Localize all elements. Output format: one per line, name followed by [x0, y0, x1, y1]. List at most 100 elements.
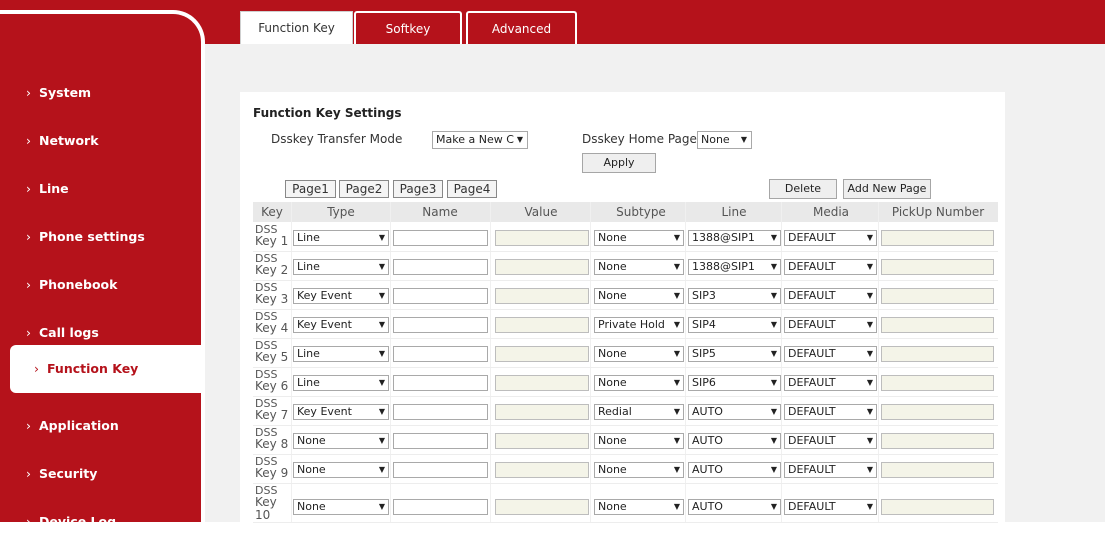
value-input[interactable]: [495, 230, 589, 246]
line-select[interactable]: AUTO ▼: [688, 433, 781, 449]
type-select[interactable]: Line ▼: [293, 375, 389, 391]
sidebar-item-security[interactable]: › Security: [0, 450, 201, 498]
chevron-right-icon: ›: [26, 466, 31, 481]
media-select[interactable]: DEFAULT ▼: [784, 288, 877, 304]
add-new-page-button[interactable]: Add New Page: [843, 179, 931, 199]
name-input[interactable]: [393, 288, 488, 304]
media-select[interactable]: DEFAULT ▼: [784, 230, 877, 246]
name-input[interactable]: [393, 230, 488, 246]
type-select[interactable]: Line ▼: [293, 259, 389, 275]
tab-function-key[interactable]: Function Key: [240, 11, 353, 44]
sidebar-item-network[interactable]: › Network: [0, 117, 201, 165]
value-input[interactable]: [495, 404, 589, 420]
pickup-number-input[interactable]: [881, 288, 994, 304]
value-input[interactable]: [495, 346, 589, 362]
pickup-number-input[interactable]: [881, 462, 994, 478]
line-select[interactable]: 1388@SIP1 ▼: [688, 230, 781, 246]
name-input[interactable]: [393, 375, 488, 391]
subtype-select[interactable]: None ▼: [594, 499, 684, 515]
subtype-select[interactable]: None ▼: [594, 433, 684, 449]
type-select[interactable]: Key Event ▼: [293, 317, 389, 333]
apply-button[interactable]: Apply: [582, 153, 656, 173]
value-input[interactable]: [495, 317, 589, 333]
media-select[interactable]: DEFAULT ▼: [784, 433, 877, 449]
subtype-select[interactable]: None ▼: [594, 375, 684, 391]
pickup-number-input[interactable]: [881, 375, 994, 391]
subtype-select[interactable]: None ▼: [594, 288, 684, 304]
value-input[interactable]: [495, 259, 589, 275]
line-select[interactable]: AUTO ▼: [688, 462, 781, 478]
sidebar-item-phonebook[interactable]: › Phonebook: [0, 261, 201, 309]
sidebar-item-label: Line: [39, 181, 69, 196]
type-select[interactable]: Line ▼: [293, 346, 389, 362]
subtype-value: None: [598, 500, 627, 513]
name-input[interactable]: [393, 404, 488, 420]
type-select[interactable]: Key Event ▼: [293, 288, 389, 304]
line-select[interactable]: AUTO ▼: [688, 499, 781, 515]
line-value: SIP4: [692, 318, 716, 331]
name-input[interactable]: [393, 346, 488, 362]
type-select[interactable]: Key Event ▼: [293, 404, 389, 420]
key-label-bottom: Key 10: [255, 495, 277, 522]
pickup-number-input[interactable]: [881, 404, 994, 420]
subtype-select[interactable]: None ▼: [594, 230, 684, 246]
sidebar-item-system[interactable]: › System: [0, 69, 201, 117]
media-select[interactable]: DEFAULT ▼: [784, 259, 877, 275]
type-select[interactable]: None ▼: [293, 433, 389, 449]
line-select[interactable]: SIP3 ▼: [688, 288, 781, 304]
media-select[interactable]: DEFAULT ▼: [784, 317, 877, 333]
value-input[interactable]: [495, 462, 589, 478]
line-select[interactable]: SIP6 ▼: [688, 375, 781, 391]
name-input[interactable]: [393, 317, 488, 333]
home-page-select[interactable]: None ▼: [697, 131, 752, 149]
sidebar-item-phone-settings[interactable]: › Phone settings: [0, 213, 201, 261]
pickup-number-input[interactable]: [881, 499, 994, 515]
tab-softkey[interactable]: Softkey: [354, 11, 462, 44]
media-select[interactable]: DEFAULT ▼: [784, 499, 877, 515]
media-select[interactable]: DEFAULT ▼: [784, 462, 877, 478]
page2-button[interactable]: Page2: [339, 180, 389, 198]
sidebar-item-device-log[interactable]: › Device Log: [0, 498, 201, 546]
key-label-bottom: Key 7: [255, 408, 289, 422]
value-input[interactable]: [495, 433, 589, 449]
pickup-number-input[interactable]: [881, 346, 994, 362]
tab-advanced[interactable]: Advanced: [466, 11, 577, 44]
subtype-select[interactable]: None ▼: [594, 462, 684, 478]
type-select[interactable]: None ▼: [293, 462, 389, 478]
page3-button[interactable]: Page3: [393, 180, 443, 198]
pickup-number-input[interactable]: [881, 317, 994, 333]
delete-page-button[interactable]: Delete: [769, 179, 837, 199]
page4-button[interactable]: Page4: [447, 180, 497, 198]
media-select[interactable]: DEFAULT ▼: [784, 375, 877, 391]
value-input[interactable]: [495, 499, 589, 515]
value-input[interactable]: [495, 375, 589, 391]
line-select[interactable]: SIP5 ▼: [688, 346, 781, 362]
line-select[interactable]: AUTO ▼: [688, 404, 781, 420]
media-select[interactable]: DEFAULT ▼: [784, 404, 877, 420]
pickup-number-input[interactable]: [881, 433, 994, 449]
subtype-select[interactable]: Private Hold ▼: [594, 317, 684, 333]
subtype-value: None: [598, 376, 627, 389]
name-input[interactable]: [393, 259, 488, 275]
pickup-number-input[interactable]: [881, 230, 994, 246]
transfer-mode-select[interactable]: Make a New C ▼: [432, 131, 528, 149]
media-select[interactable]: DEFAULT ▼: [784, 346, 877, 362]
line-select[interactable]: 1388@SIP1 ▼: [688, 259, 781, 275]
page1-button[interactable]: Page1: [285, 180, 336, 198]
type-select[interactable]: Line ▼: [293, 230, 389, 246]
type-select[interactable]: None ▼: [293, 499, 389, 515]
sidebar-item-function-key[interactable]: › Function Key: [10, 345, 201, 393]
name-input[interactable]: [393, 462, 488, 478]
subtype-select[interactable]: None ▼: [594, 259, 684, 275]
subtype-select[interactable]: None ▼: [594, 346, 684, 362]
pickup-number-input[interactable]: [881, 259, 994, 275]
line-select[interactable]: SIP4 ▼: [688, 317, 781, 333]
subtype-select[interactable]: Redial ▼: [594, 404, 684, 420]
value-input[interactable]: [495, 288, 589, 304]
sidebar-item-application[interactable]: › Application: [0, 402, 201, 450]
name-input[interactable]: [393, 433, 488, 449]
name-input[interactable]: [393, 499, 488, 515]
type-value: Key Event: [297, 289, 352, 302]
sidebar-item-line[interactable]: › Line: [0, 165, 201, 213]
subtype-value: None: [598, 434, 627, 447]
